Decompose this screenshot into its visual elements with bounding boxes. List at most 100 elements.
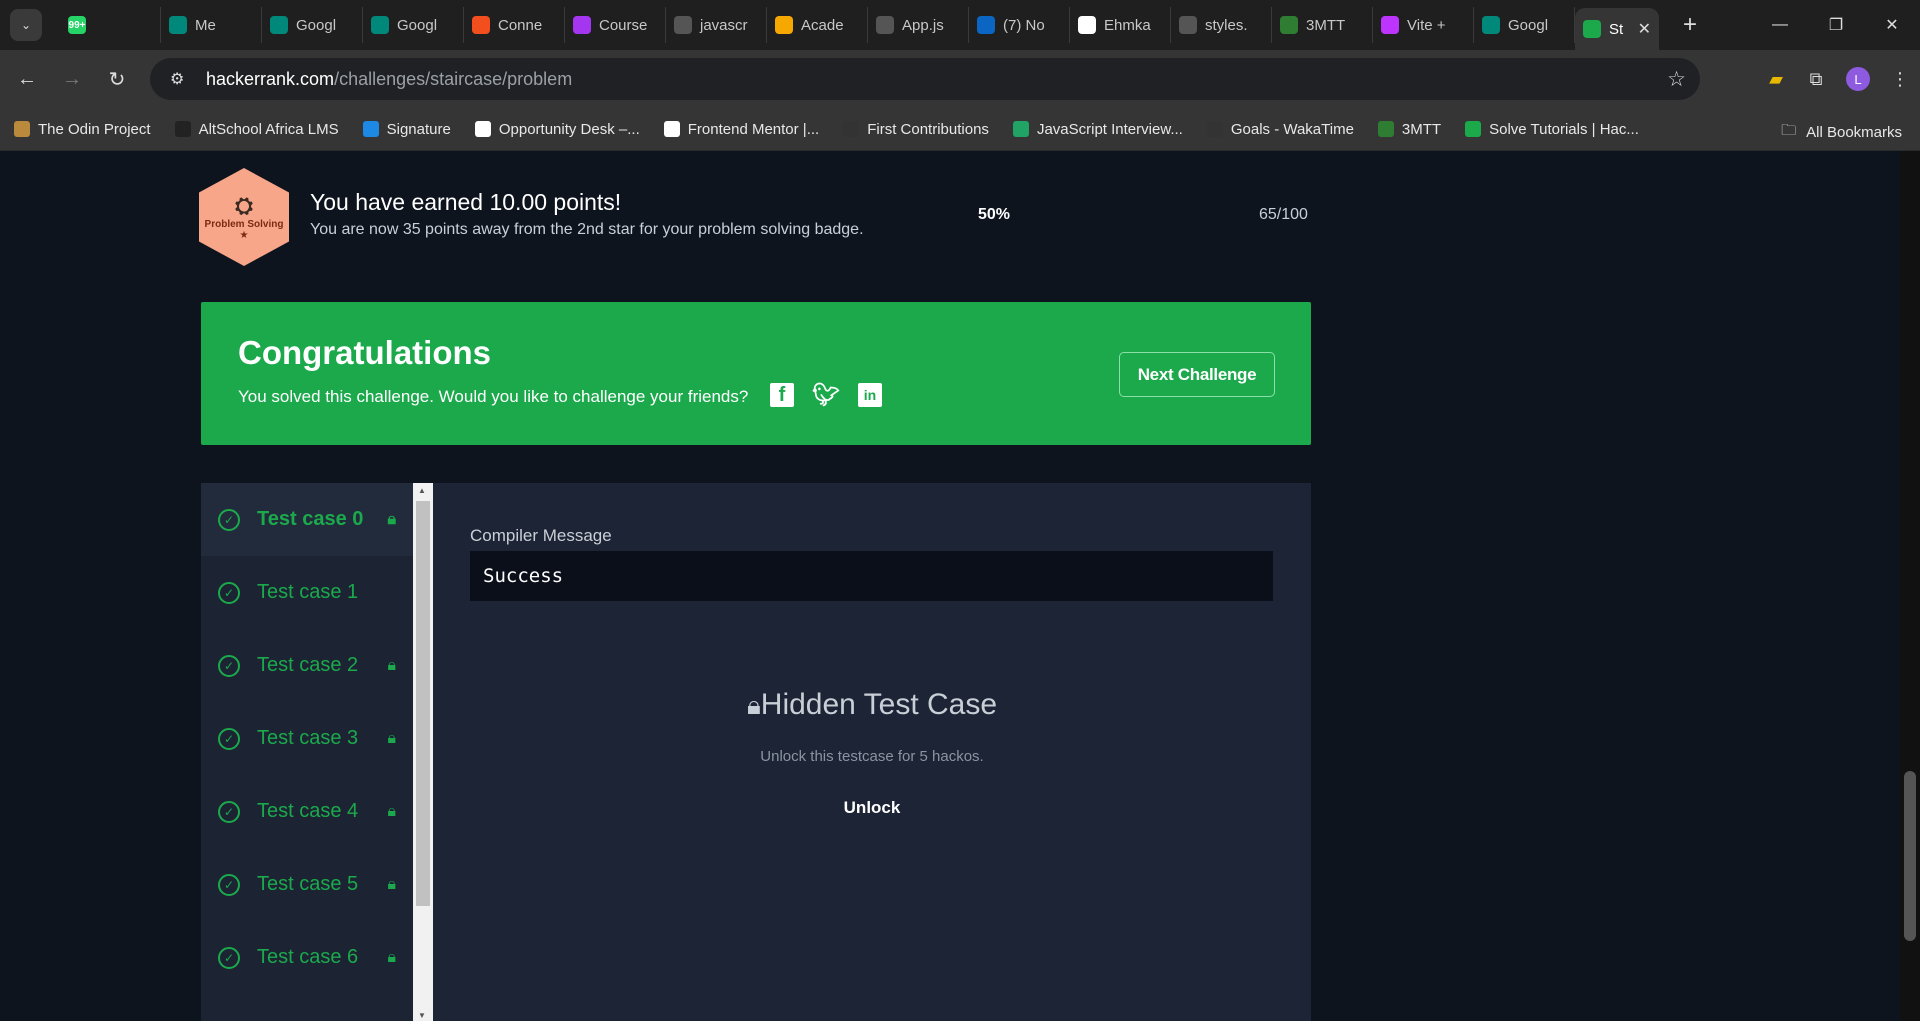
twitter-icon[interactable]: 🐦︎ [812, 382, 840, 407]
bookmark-item[interactable]: The Odin Project [14, 121, 151, 138]
browser-tab[interactable]: javascr [666, 7, 767, 43]
page-scrollbar[interactable] [1900, 151, 1920, 1021]
browser-tab[interactable]: (7) No [969, 7, 1070, 43]
test-case-item[interactable]: ✓ Test case 6 🔒︎ [201, 921, 413, 994]
progress-percent: 50% [978, 206, 1011, 223]
restore-icon[interactable]: ❐ [1808, 0, 1864, 50]
bookmark-item[interactable]: Solve Tutorials | Hac... [1465, 121, 1639, 138]
linkedin-icon[interactable]: in [858, 383, 882, 407]
test-case-item[interactable]: ✓ Test case 2 🔒︎ [201, 629, 413, 702]
test-case-label: Test case 2 [257, 654, 359, 676]
browser-tab[interactable]: styles. [1171, 7, 1272, 43]
tab-title: App.js [902, 16, 944, 34]
check-circle-icon: ✓ [218, 654, 240, 677]
next-challenge-button[interactable]: Next Challenge [1119, 352, 1275, 397]
all-bookmarks-button[interactable]: 🗀 All Bookmarks [1781, 120, 1902, 145]
scroll-down-icon[interactable]: ▼ [418, 1011, 426, 1020]
tab-title: Vite + [1407, 16, 1446, 34]
badge-star-icon: ★ [239, 230, 249, 241]
new-tab-button[interactable]: + [1673, 8, 1707, 42]
close-tab-icon[interactable]: ✕ [1638, 19, 1651, 39]
browser-toolbar: ← → ↻ ⚙ hackerrank.com/challenges/stairc… [0, 50, 1920, 108]
bookmark-label: AltSchool Africa LMS [198, 120, 339, 138]
bookmark-star-icon[interactable]: ☆ [1667, 67, 1686, 92]
browser-tab[interactable]: Acade [767, 7, 868, 43]
browser-tab[interactable]: 99+ [60, 7, 161, 43]
check-circle-icon: ✓ [218, 581, 240, 604]
test-case-label: Test case 4 [257, 800, 359, 822]
scrollbar-thumb[interactable] [416, 501, 430, 906]
browser-tab[interactable]: 3MTT [1272, 7, 1373, 43]
minimize-icon[interactable]: — [1752, 0, 1808, 50]
facebook-icon[interactable]: f [770, 383, 794, 407]
extensions-puzzle-icon[interactable]: ⧉ [1796, 69, 1836, 90]
browser-tab[interactable]: Vite + [1373, 7, 1474, 43]
test-case-item[interactable]: ✓ Test case 1 [201, 556, 413, 629]
site-info-icon[interactable]: ⚙ [170, 69, 192, 89]
browser-tab-strip: ⌄ 99+ Me Googl Googl Conne Course javascr Acade… [0, 0, 1920, 50]
hidden-test-case-subtitle: Unlock this testcase for 5 hackos. [760, 748, 984, 765]
tab-title: St [1609, 20, 1624, 38]
test-case-label: Test case 1 [257, 581, 359, 603]
tab-title: styles. [1205, 16, 1248, 34]
browser-tab[interactable]: Me [161, 7, 262, 43]
check-circle-icon: ✓ [218, 946, 240, 969]
lock-icon: 🔒︎ [387, 802, 396, 820]
close-window-icon[interactable]: ✕ [1864, 0, 1920, 50]
test-case-scrollbar[interactable]: ▲ ▼ [413, 483, 433, 1021]
test-case-item[interactable]: ✓ Test case 3 🔒︎ [201, 702, 413, 775]
browser-tab[interactable]: App.js [868, 7, 969, 43]
bookmark-item[interactable]: Opportunity Desk –... [474, 121, 640, 138]
test-case-item[interactable]: ✓ Test case 0 🔒︎ [201, 483, 413, 556]
bookmark-item[interactable]: AltSchool Africa LMS [174, 120, 339, 138]
bookmark-item[interactable]: First Contributions [843, 121, 989, 138]
meet-icon [371, 16, 389, 34]
browser-tab[interactable]: Ehmka [1070, 7, 1171, 43]
browser-tab[interactable]: Googl [363, 7, 464, 43]
congratulations-message: You solved this challenge. Would you lik… [238, 387, 749, 406]
tab-search-button[interactable]: ⌄ [10, 9, 42, 41]
menu-kebab-icon[interactable]: ⋮ [1880, 69, 1920, 90]
hackerrank-icon [1583, 20, 1601, 38]
scroll-up-icon[interactable]: ▲ [418, 486, 426, 495]
page-icon [674, 16, 692, 34]
tab-title: Googl [1508, 16, 1549, 34]
all-bookmarks-label: All Bookmarks [1806, 124, 1902, 141]
avatar[interactable]: L [1846, 67, 1870, 91]
test-case-item[interactable]: ✓ Test case 4 🔒︎ [201, 775, 413, 848]
browser-tab[interactable]: Googl [262, 7, 363, 43]
bookmark-item[interactable]: Goals - WakaTime [1206, 121, 1354, 138]
test-results-panel: ✓ Test case 0 🔒︎ ✓ Test case 1 ✓ Test case 2 🔒︎… [201, 483, 1311, 1021]
browser-tab[interactable]: Course [565, 7, 666, 43]
check-circle-icon: ✓ [218, 800, 240, 823]
linkedin-icon [977, 16, 995, 34]
page-scrollbar-thumb[interactable] [1904, 771, 1916, 941]
forward-icon[interactable]: → [54, 61, 90, 97]
bookmark-label: 3MTT [1401, 120, 1442, 138]
bookmark-item[interactable]: JavaScript Interview... [1012, 121, 1183, 138]
test-case-list: ✓ Test case 0 🔒︎ ✓ Test case 1 ✓ Test case 2 🔒︎… [201, 483, 413, 1021]
page-icon [1179, 16, 1197, 34]
bookmark-item[interactable]: Signature [362, 120, 451, 138]
badge-label: Problem Solving [204, 219, 284, 230]
reload-icon[interactable]: ↻ [99, 61, 135, 97]
bookmark-item[interactable]: Frontend Mentor |... [663, 121, 819, 138]
hidden-test-case-text: Hidden Test Case [760, 688, 998, 721]
problem-solving-badge: ⛭ Problem Solving ★ [199, 168, 289, 266]
meet-icon [1482, 16, 1500, 34]
check-circle-icon: ✓ [218, 727, 240, 750]
unlock-button[interactable]: Unlock [433, 798, 1311, 818]
browser-tab[interactable]: Conne [464, 7, 565, 43]
bookmark-item[interactable]: 3MTT [1377, 120, 1442, 138]
back-icon[interactable]: ← [9, 61, 45, 97]
tab-title: Acade [801, 16, 844, 34]
browser-tab[interactable]: Googl [1474, 7, 1575, 43]
browser-tab[interactable]: St ✕ [1575, 8, 1659, 50]
vite-icon [1381, 16, 1399, 34]
points-earned-title: You have earned 10.00 points! [310, 189, 622, 215]
extension-icon[interactable]: ▰ [1756, 69, 1796, 90]
bookmark-label: Signature [386, 120, 451, 138]
address-bar[interactable]: ⚙ hackerrank.com/challenges/staircase/pr… [150, 58, 1700, 100]
whatsapp-icon: 99+ [68, 16, 86, 34]
test-case-item[interactable]: ✓ Test case 5 🔒︎ [201, 848, 413, 921]
